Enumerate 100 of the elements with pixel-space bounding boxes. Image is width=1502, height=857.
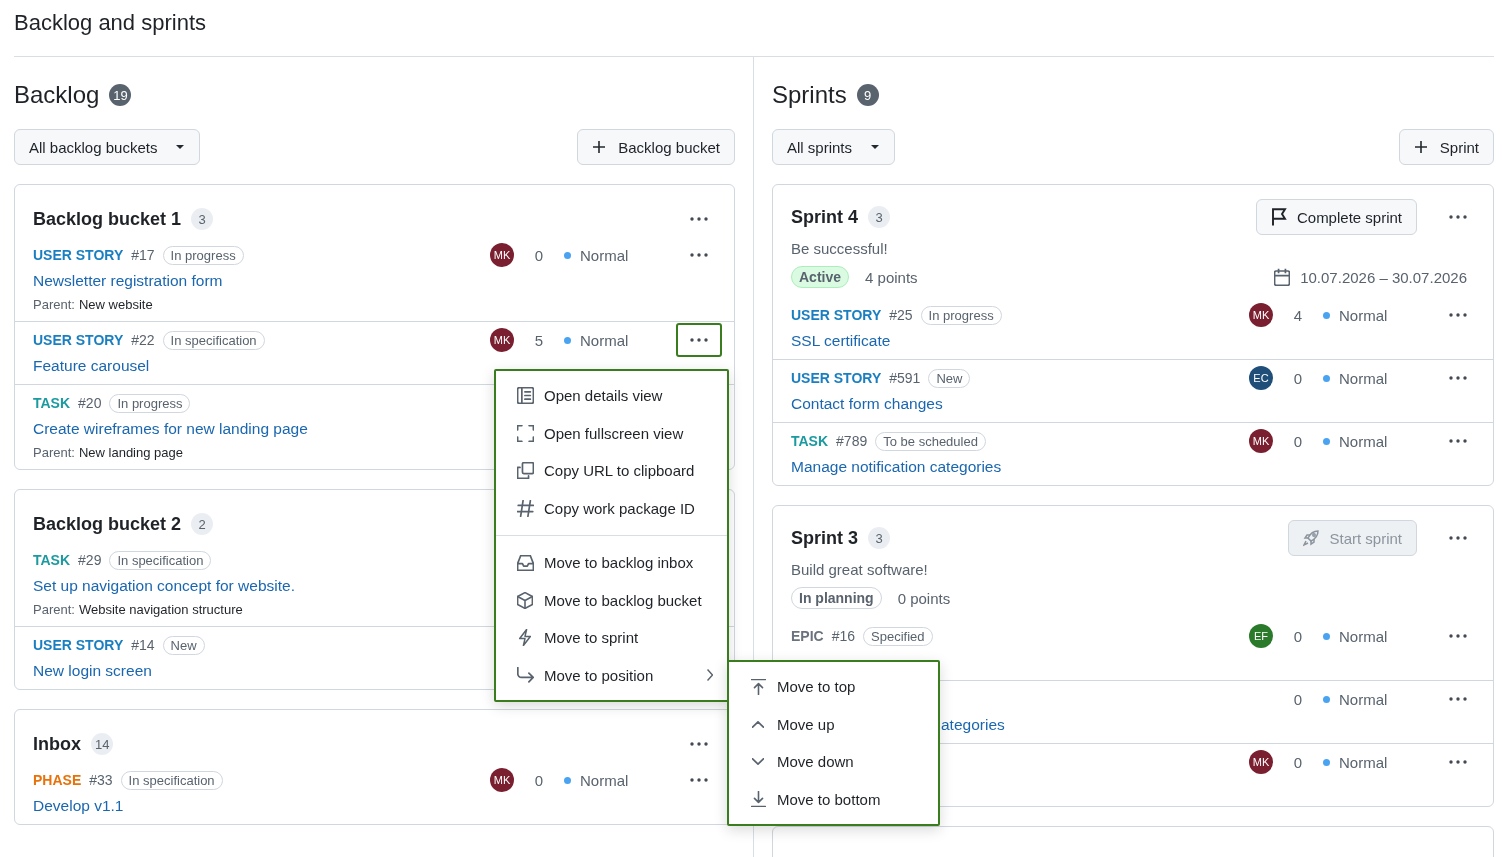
work-package-link[interactable]: Set up navigation concept for website. [33, 577, 295, 595]
inbox-icon [516, 554, 534, 571]
avatar: MK [490, 768, 514, 792]
ellipsis-icon [1448, 634, 1468, 638]
sprint-points: 0 points [897, 589, 951, 607]
avatar: MK [1249, 750, 1273, 774]
item-type: TASK [33, 395, 71, 411]
cube-icon [517, 591, 533, 609]
add-bucket-button[interactable]: Backlog bucket [577, 129, 735, 165]
bucket-title: Backlog bucket 2 [33, 513, 182, 535]
item-type: USER STORY [33, 247, 124, 263]
bucket-filter-dropdown[interactable]: All backlog buckets [14, 129, 201, 165]
menu-item[interactable]: Move to position [496, 656, 727, 694]
more-options-button[interactable] [676, 323, 722, 357]
menu-item[interactable]: Move up [729, 705, 938, 743]
work-package-link[interactable]: Develop v1.1 [33, 797, 124, 815]
work-package-link[interactable]: Manage notification categories [791, 458, 1002, 476]
work-package-link[interactable]: New login screen [33, 662, 152, 680]
item-number: #789 [836, 433, 868, 449]
page-title: Backlog and sprints [14, 0, 1494, 57]
parent-link[interactable]: New website [78, 296, 153, 312]
priority-label: Normal [1339, 627, 1388, 645]
priority-label: Normal [1339, 690, 1388, 708]
ellipsis-icon [1448, 439, 1468, 443]
priority-dot [1323, 311, 1330, 319]
avatar: MK [490, 328, 514, 352]
parent-label: Parent: [33, 296, 75, 312]
complete-sprint-button[interactable]: Complete sprint [1255, 199, 1417, 235]
sprint-title: Sprint 3 [791, 527, 858, 549]
priority-dot [1323, 374, 1330, 382]
ellipsis-icon [1448, 313, 1468, 317]
ellipsis-icon [1448, 536, 1468, 540]
menu-item[interactable]: Open fullscreen view [496, 414, 727, 452]
work-package-link[interactable]: Contact form changes [791, 395, 943, 413]
count-badge: 3 [191, 208, 214, 230]
item-number: #22 [131, 332, 155, 348]
item-number: #25 [889, 307, 913, 323]
story-points: 0 [1292, 753, 1304, 771]
sprint-filter-dropdown[interactable]: All sprints [772, 129, 896, 165]
work-package-link[interactable]: Feature carousel [33, 357, 150, 375]
arrow-to-top-icon [750, 678, 766, 695]
work-package-link[interactable]: SSL certificate [791, 332, 891, 350]
count-badge: 3 [868, 206, 890, 228]
sprint-dates: 10.07.2026 – 30.07.2026 [1300, 268, 1467, 286]
chevron-down-icon [752, 758, 764, 766]
menu-item[interactable]: Copy URL to clipboard [496, 452, 727, 490]
parent-link[interactable]: Website navigation structure [78, 601, 243, 617]
menu-item[interactable]: Copy work package ID [496, 489, 727, 527]
priority-label: Normal [1339, 369, 1388, 387]
count-badge: 9 [856, 84, 879, 106]
item-number: #591 [889, 370, 921, 386]
item-type: PHASE [33, 772, 82, 788]
story-points: 0 [1292, 627, 1304, 645]
sprint-status-pill: In planning [791, 587, 882, 609]
count-badge: 19 [109, 84, 132, 106]
menu-item[interactable]: Move down [729, 743, 938, 781]
priority-dot [1323, 695, 1330, 703]
priority-label: Normal [1339, 753, 1388, 771]
plus-icon [592, 140, 607, 154]
priority-dot [564, 251, 571, 259]
item-number: #29 [78, 552, 102, 568]
item-number: #33 [89, 772, 113, 788]
menu-item[interactable]: Move to top [729, 668, 938, 706]
ellipsis-icon [689, 217, 709, 221]
story-points: 0 [533, 246, 545, 264]
details-panel-icon [516, 387, 534, 405]
priority-label: Normal [580, 331, 629, 349]
menu-item[interactable]: Move to backlog bucket [496, 581, 727, 619]
flag-icon [1270, 208, 1287, 226]
count-badge: 3 [868, 527, 890, 549]
menu-item[interactable]: Move to bottom [729, 780, 938, 818]
menu-item[interactable]: Move to backlog inbox [496, 544, 727, 582]
ellipsis-icon [1448, 376, 1468, 380]
caret-icon [175, 144, 186, 150]
column-title: Backlog [14, 81, 100, 109]
parent-label: Parent: [33, 601, 75, 617]
priority-dot [1323, 632, 1330, 640]
story-points: 4 [1292, 306, 1304, 324]
priority-dot [564, 336, 571, 344]
avatar: MK [1249, 429, 1273, 453]
parent-label: Parent: [33, 444, 75, 460]
parent-link[interactable]: New landing page [78, 444, 183, 460]
caret-icon [870, 144, 881, 150]
item-number: #20 [78, 395, 102, 411]
add-sprint-button[interactable]: Sprint [1398, 129, 1494, 165]
item-number: #17 [131, 247, 155, 263]
item-type: USER STORY [791, 370, 882, 386]
story-points: 0 [533, 771, 545, 789]
ellipsis-icon [689, 338, 709, 342]
work-package-link[interactable]: Create wireframes for new landing page [33, 420, 308, 438]
ellipsis-icon [689, 253, 709, 257]
story-points: 0 [1292, 432, 1304, 450]
menu-item[interactable]: Move to sprint [496, 619, 727, 657]
menu-item[interactable]: Open details view [496, 377, 727, 415]
arrow-to-bottom-icon [750, 791, 766, 808]
work-package-link[interactable]: ategories [941, 716, 1005, 734]
chevron-up-icon [752, 720, 764, 728]
avatar: EC [1249, 366, 1273, 390]
bucket-title: Backlog bucket 1 [33, 208, 182, 230]
work-package-link[interactable]: Newsletter registration form [33, 272, 223, 290]
